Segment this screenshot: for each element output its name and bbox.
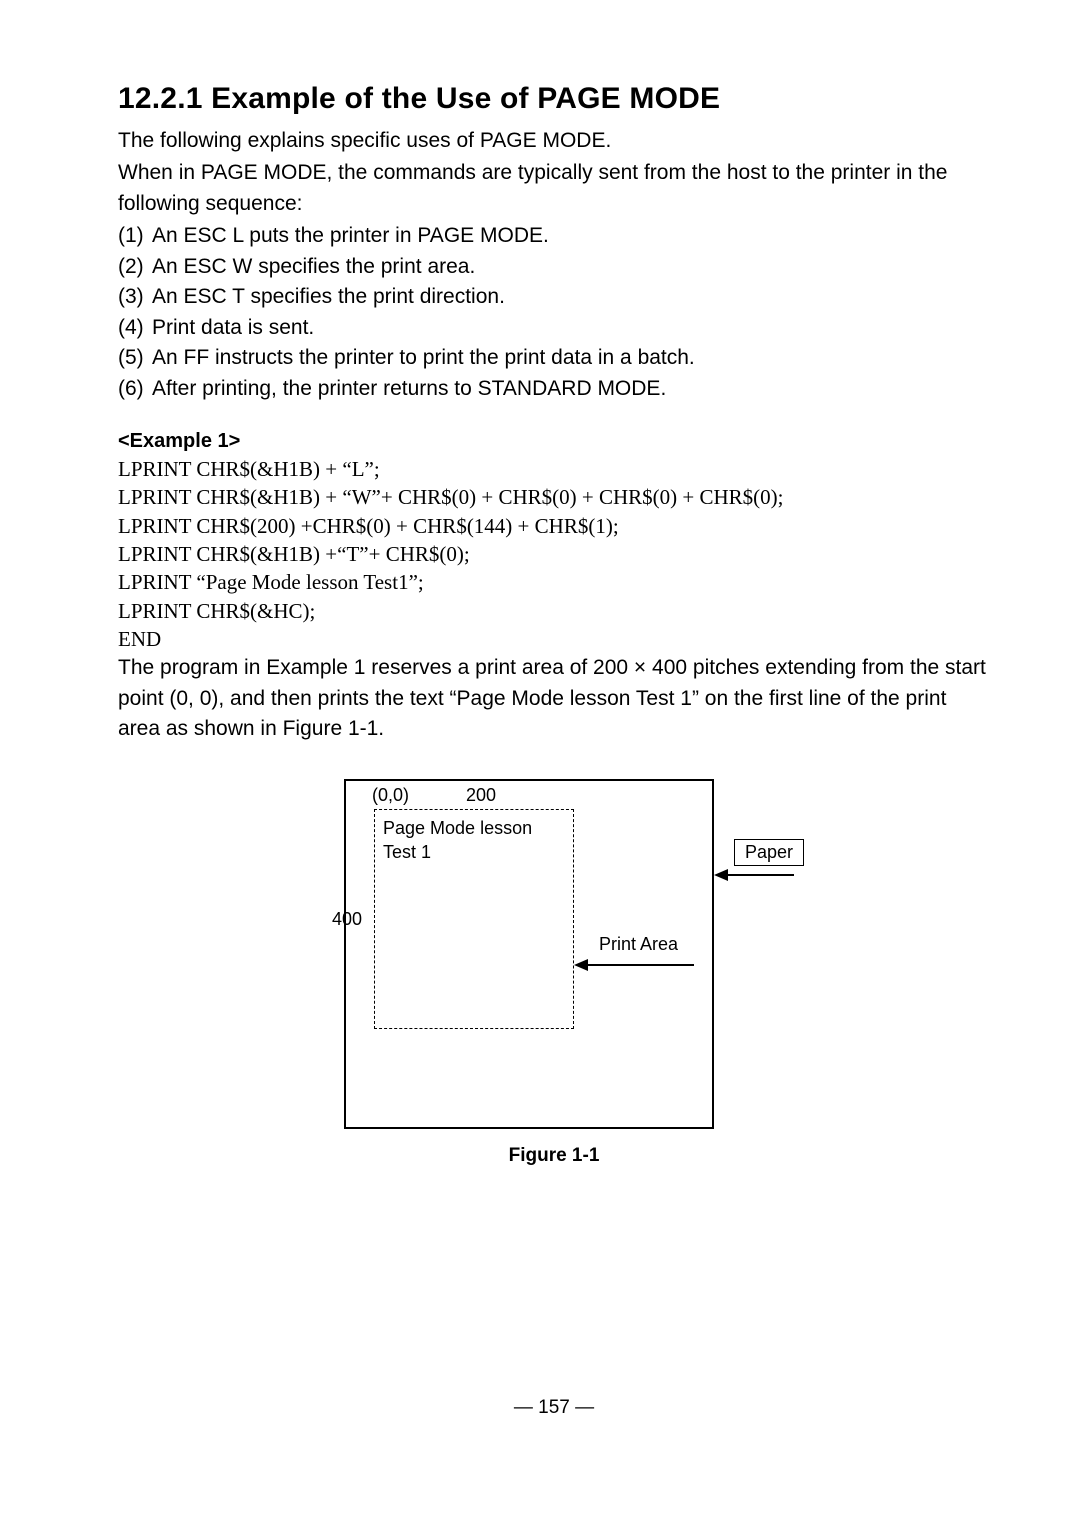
intro-paragraph-2: When in PAGE MODE, the commands are typi… bbox=[118, 158, 990, 219]
step-text: An ESC T specifies the print direction. bbox=[152, 282, 505, 312]
origin-label: (0,0) bbox=[372, 785, 409, 806]
section-heading: 12.2.1 Example of the Use of PAGE MODE bbox=[118, 82, 990, 116]
intro-paragraph-1: The following explains specific uses of … bbox=[118, 126, 990, 156]
page-number: — 157 — bbox=[118, 1397, 990, 1419]
diagram: (0,0) 200 Page Mode lesson Test 1 400 Pr… bbox=[344, 779, 764, 1129]
document-page: 12.2.1 Example of the Use of PAGE MODE T… bbox=[0, 0, 1080, 1459]
code-block: LPRINT CHR$(&H1B) + “L”; LPRINT CHR$(&H1… bbox=[118, 455, 990, 653]
figure: (0,0) 200 Page Mode lesson Test 1 400 Pr… bbox=[118, 779, 990, 1167]
height-label: 400 bbox=[332, 909, 362, 930]
step-number: (1) bbox=[118, 221, 152, 251]
step-number: (2) bbox=[118, 252, 152, 282]
print-area-text-line-2: Test 1 bbox=[383, 840, 565, 864]
print-area-text-line-1: Page Mode lesson bbox=[383, 816, 565, 840]
step-list: (1) An ESC L puts the printer in PAGE MO… bbox=[118, 221, 990, 404]
list-item: (6) After printing, the printer returns … bbox=[118, 374, 990, 404]
step-number: (4) bbox=[118, 313, 152, 343]
width-label: 200 bbox=[466, 785, 496, 806]
step-number: (3) bbox=[118, 282, 152, 312]
step-number: (6) bbox=[118, 374, 152, 404]
list-item: (3) An ESC T specifies the print directi… bbox=[118, 282, 990, 312]
list-item: (4) Print data is sent. bbox=[118, 313, 990, 343]
explanation-paragraph: The program in Example 1 reserves a prin… bbox=[118, 653, 990, 744]
step-text: An ESC W specifies the print area. bbox=[152, 252, 475, 282]
step-text: Print data is sent. bbox=[152, 313, 314, 343]
step-number: (5) bbox=[118, 343, 152, 373]
print-area-label: Print Area bbox=[599, 934, 678, 955]
example-heading: <Example 1> bbox=[118, 430, 990, 453]
list-item: (5) An FF instructs the printer to print… bbox=[118, 343, 990, 373]
paper-label: Paper bbox=[734, 839, 804, 866]
step-text: An FF instructs the printer to print the… bbox=[152, 343, 695, 373]
list-item: (2) An ESC W specifies the print area. bbox=[118, 252, 990, 282]
step-text: After printing, the printer returns to S… bbox=[152, 374, 666, 404]
print-area-box: Page Mode lesson Test 1 bbox=[374, 809, 574, 1029]
list-item: (1) An ESC L puts the printer in PAGE MO… bbox=[118, 221, 990, 251]
step-text: An ESC L puts the printer in PAGE MODE. bbox=[152, 221, 549, 251]
figure-caption: Figure 1-1 bbox=[509, 1145, 600, 1167]
